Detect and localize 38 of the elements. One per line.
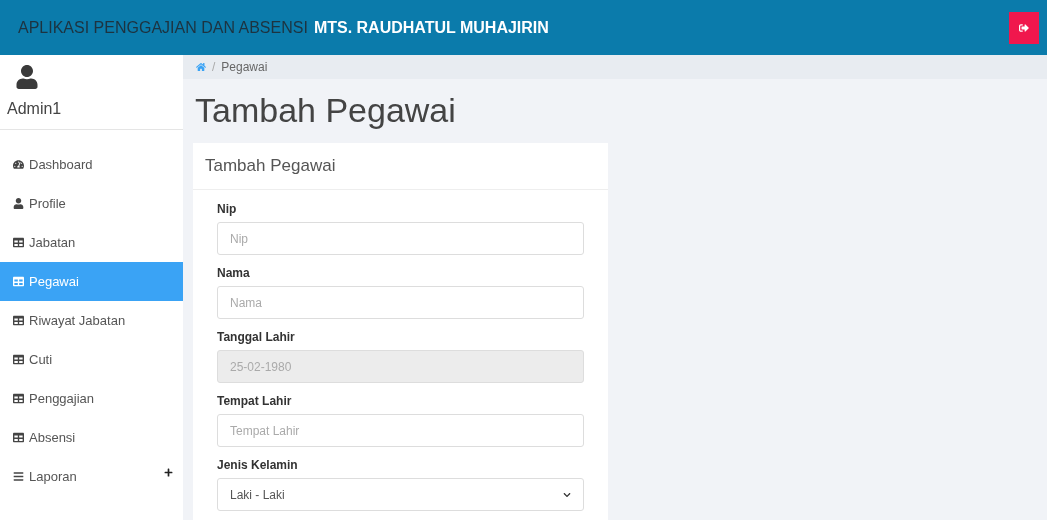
field-label: Nama bbox=[217, 265, 251, 282]
table-icon bbox=[13, 393, 24, 404]
app-title: APLIKASI PENGGAJIAN DAN ABSENSI bbox=[18, 17, 308, 38]
chevron-down-icon bbox=[563, 490, 571, 499]
sidebar-item[interactable]: Cuti bbox=[0, 340, 183, 379]
user-name: Admin1 bbox=[7, 99, 63, 119]
sidebar-item[interactable]: Absensi bbox=[0, 418, 183, 457]
dashboard-icon bbox=[13, 159, 24, 170]
school-name: MTS. RAUDHATUL MUHAJIRIN bbox=[313, 17, 549, 38]
table-icon bbox=[13, 432, 24, 443]
page-title: Tambah Pegawai bbox=[194, 90, 456, 131]
field-label: Jenis Kelamin bbox=[217, 457, 299, 474]
breadcrumb-separator: / bbox=[212, 59, 216, 76]
avatar-icon bbox=[16, 65, 38, 89]
field-label: Tanggal Lahir bbox=[217, 329, 296, 346]
table-icon bbox=[13, 315, 24, 326]
card-title: Tambah Pegawai bbox=[205, 155, 336, 178]
sidebar-item[interactable]: Dashboard bbox=[0, 145, 183, 184]
field-label: Tempat Lahir bbox=[217, 393, 293, 410]
input-field[interactable]: Nama bbox=[217, 286, 584, 319]
table-icon bbox=[13, 276, 24, 287]
select-field[interactable]: Laki - Laki bbox=[217, 478, 584, 511]
logout-icon bbox=[1019, 22, 1029, 33]
sidebar-item[interactable]: Profile bbox=[0, 184, 183, 223]
menu-icon bbox=[13, 471, 24, 482]
table-icon bbox=[13, 237, 24, 248]
input-field[interactable]: Tempat Lahir bbox=[217, 414, 584, 447]
user-icon bbox=[13, 198, 24, 209]
table-icon bbox=[13, 354, 24, 365]
field-label: Nip bbox=[217, 201, 238, 218]
input-field[interactable]: Nip bbox=[217, 222, 584, 255]
sidebar-item[interactable]: Laporan bbox=[0, 457, 183, 496]
logout-button[interactable] bbox=[1009, 11, 1039, 44]
expand-icon bbox=[164, 468, 173, 477]
sidebar-item[interactable]: Jabatan bbox=[0, 223, 183, 262]
sidebar-item[interactable]: Riwayat Jabatan bbox=[0, 301, 183, 340]
breadcrumb-item: Pegawai bbox=[221, 59, 268, 76]
sidebar-item[interactable]: Penggajian bbox=[0, 379, 183, 418]
